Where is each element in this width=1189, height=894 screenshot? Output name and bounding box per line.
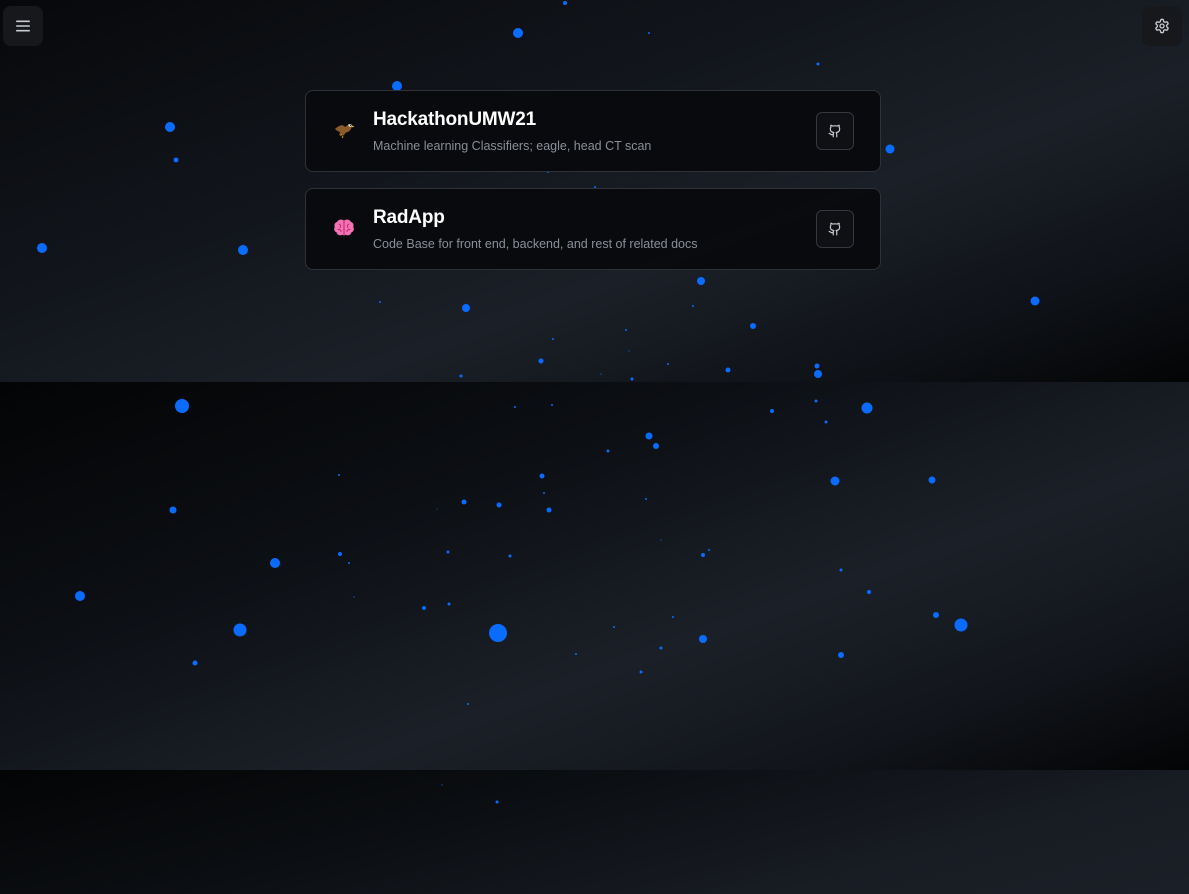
particle-dot bbox=[489, 624, 507, 642]
project-title[interactable]: RadApp bbox=[373, 207, 445, 229]
particle-dot bbox=[192, 660, 198, 666]
particle-dot bbox=[338, 552, 342, 556]
particle-dot bbox=[625, 329, 627, 331]
particle-dot bbox=[814, 399, 818, 403]
particle-dot bbox=[933, 612, 939, 618]
github-icon bbox=[828, 222, 841, 236]
particle-dot bbox=[750, 323, 756, 329]
particle-dot bbox=[270, 558, 280, 568]
particle-dot bbox=[496, 502, 502, 508]
particle-dot bbox=[885, 144, 895, 154]
particle-dot bbox=[928, 476, 936, 484]
particle-dot bbox=[659, 646, 663, 650]
particle-dot bbox=[816, 62, 820, 66]
particle-dot bbox=[814, 363, 820, 369]
particle-dot bbox=[539, 473, 545, 479]
particle-dot bbox=[830, 476, 840, 486]
particle-dot bbox=[630, 377, 634, 381]
particle-dot bbox=[824, 420, 828, 424]
particle-dot bbox=[353, 596, 355, 598]
particle-dot bbox=[551, 404, 553, 406]
project-list: HackathonUMW21 Machine learning Classifi… bbox=[305, 90, 881, 286]
particle-dot bbox=[552, 338, 554, 340]
particle-dot bbox=[338, 474, 340, 476]
particle-dot bbox=[169, 506, 177, 514]
particle-dot bbox=[508, 554, 512, 558]
particle-dot bbox=[861, 402, 873, 414]
particle-dot bbox=[954, 618, 968, 632]
particle-dot bbox=[672, 616, 674, 618]
particle-dot bbox=[645, 498, 647, 500]
particle-dot bbox=[563, 1, 567, 5]
settings-button[interactable] bbox=[1142, 6, 1182, 46]
particle-dot bbox=[238, 245, 248, 255]
github-icon bbox=[828, 124, 841, 138]
particle-dot bbox=[725, 367, 731, 373]
particle-dot bbox=[175, 399, 189, 413]
menu-button[interactable] bbox=[3, 6, 43, 46]
particle-dot bbox=[173, 157, 179, 163]
particle-dot bbox=[867, 590, 871, 594]
particle-dot bbox=[838, 652, 844, 658]
particle-dot bbox=[446, 550, 450, 554]
particle-dot bbox=[37, 243, 47, 253]
particle-dot bbox=[461, 499, 467, 505]
particle-dot bbox=[379, 301, 381, 303]
particle-dot bbox=[543, 492, 545, 494]
particle-dot bbox=[692, 305, 694, 307]
particle-dot bbox=[628, 350, 630, 352]
particle-dot bbox=[538, 358, 544, 364]
particle-dot bbox=[770, 409, 774, 413]
particle-dot bbox=[839, 568, 843, 572]
particle-dot bbox=[462, 304, 470, 312]
particle-dot bbox=[653, 443, 659, 449]
page-background: HackathonUMW21 Machine learning Classifi… bbox=[0, 0, 1189, 894]
particle-dot bbox=[639, 670, 643, 674]
project-description: Code Base for front end, backend, and re… bbox=[373, 237, 698, 251]
particle-dot bbox=[660, 539, 662, 541]
particle-dot bbox=[575, 653, 577, 655]
particle-dot bbox=[459, 374, 463, 378]
particle-dot bbox=[613, 626, 615, 628]
particle-dot bbox=[436, 508, 438, 510]
particle-dot bbox=[645, 432, 653, 440]
particle-dot bbox=[233, 623, 247, 637]
project-card-hackathonumw21[interactable]: HackathonUMW21 Machine learning Classifi… bbox=[305, 90, 881, 172]
particle-dot bbox=[699, 635, 707, 643]
particle-dot bbox=[514, 406, 516, 408]
particle-dot bbox=[667, 363, 669, 365]
brain-icon bbox=[334, 219, 354, 236]
particle-dot bbox=[165, 122, 175, 132]
particle-dot bbox=[348, 562, 350, 564]
particle-dot bbox=[600, 373, 602, 375]
particle-dot bbox=[546, 507, 552, 513]
particle-dot bbox=[75, 591, 85, 601]
hamburger-menu-icon bbox=[16, 20, 30, 32]
particle-dot bbox=[648, 32, 650, 34]
particle-dot bbox=[495, 800, 499, 804]
particle-dot bbox=[1030, 296, 1040, 306]
gear-icon bbox=[1155, 18, 1169, 34]
particle-dot bbox=[513, 28, 523, 38]
github-link-button[interactable] bbox=[816, 112, 854, 150]
particle-dot bbox=[467, 703, 469, 705]
particle-dot bbox=[447, 602, 451, 606]
particle-dot bbox=[422, 606, 426, 610]
eagle-icon bbox=[335, 124, 355, 139]
particle-dot bbox=[441, 784, 443, 786]
project-description: Machine learning Classifiers; eagle, hea… bbox=[373, 139, 652, 153]
particle-dot bbox=[708, 549, 710, 551]
project-title[interactable]: HackathonUMW21 bbox=[373, 109, 536, 131]
particle-dot bbox=[606, 449, 610, 453]
particle-dot bbox=[701, 553, 705, 557]
particle-dot bbox=[814, 370, 822, 378]
github-link-button[interactable] bbox=[816, 210, 854, 248]
project-card-radapp[interactable]: RadApp Code Base for front end, backend,… bbox=[305, 188, 881, 270]
